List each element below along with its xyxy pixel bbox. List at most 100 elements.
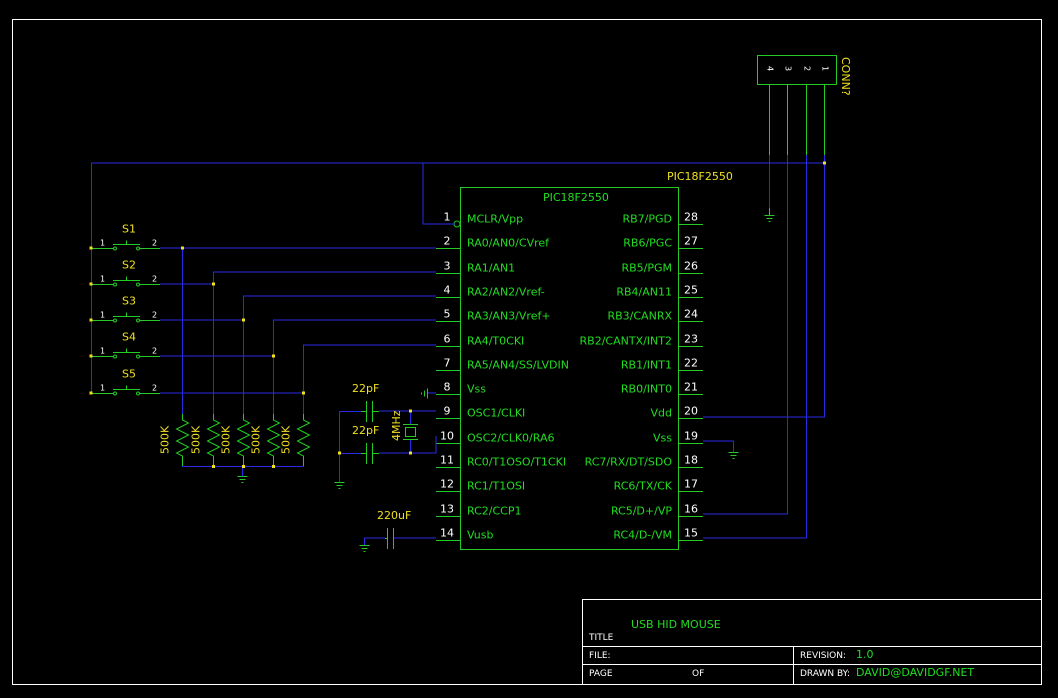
pin-number: 5 xyxy=(444,308,451,321)
pin-number: 21 xyxy=(684,381,698,394)
chip-pin-4: 4 RA2/AN2/Vref- xyxy=(436,284,545,299)
switch-pin-2: 2 xyxy=(152,239,157,248)
junction-dot xyxy=(89,354,93,358)
pin-number: 24 xyxy=(684,308,698,321)
vusb-cap: 220uF xyxy=(377,509,411,549)
switch-s3: S3 1 2 xyxy=(91,295,160,323)
chip-pin-8: 8 Vss xyxy=(436,381,486,396)
chip-pin-17: 17 RC6/TX/CK xyxy=(614,478,703,493)
revision-value: 1.0 xyxy=(856,648,874,661)
connector-ref: CONN? xyxy=(839,57,852,96)
pin-name: RA4/T0CKI xyxy=(467,335,524,348)
ground-vss-8 xyxy=(421,388,428,399)
switch-group: S1 1 2 S2 1 2 S3 1 2 S4 1 2 S5 1 2 xyxy=(91,223,160,396)
resistor-3: 500K xyxy=(220,414,251,466)
vss-pin19-wire xyxy=(703,440,734,452)
pin-name: RC7/RX/DT/SDO xyxy=(585,456,673,469)
pin-name: RB1/INT1 xyxy=(621,359,672,372)
resistor-value: 500K xyxy=(190,425,203,454)
pin-name: Vusb xyxy=(467,529,493,542)
chip-pin-15: 15 RC4/D-/VM xyxy=(613,527,703,542)
junction-dots xyxy=(89,161,826,468)
pin-number: 7 xyxy=(444,357,451,370)
pin-number: 28 xyxy=(684,211,698,224)
pin-number: 19 xyxy=(684,430,698,443)
pin-name: Vss xyxy=(467,383,486,396)
pin-name: RC4/D-/VM xyxy=(613,529,672,542)
pin-name: RC5/D+/VP xyxy=(611,505,672,518)
junction-dot xyxy=(212,282,215,286)
dminus-wire xyxy=(703,155,807,539)
pin-number: 25 xyxy=(684,284,698,297)
switch-pin-1: 1 xyxy=(100,384,105,393)
pin-number: 11 xyxy=(440,454,454,467)
junction-dot xyxy=(272,465,275,468)
ground-vss-19 xyxy=(728,452,739,459)
chip-pin-7: 7 RA5/AN4/SS/LVDIN xyxy=(436,357,569,372)
pin-number: 3 xyxy=(444,260,451,273)
junction-dot xyxy=(409,451,412,455)
chip-pin-3: 3 RA1/AN1 xyxy=(436,260,515,275)
title-label: TITLE xyxy=(588,633,614,643)
pin-name: RC6/TX/CK xyxy=(614,480,673,493)
pin-name: RA1/AN1 xyxy=(467,262,515,275)
switch-pin-2: 2 xyxy=(152,384,157,393)
chip-pin-12: 12 RC1/T1OSI xyxy=(436,478,525,493)
junction-dot xyxy=(409,409,412,413)
junction-dot xyxy=(89,391,93,395)
pin-number: 22 xyxy=(684,357,698,370)
pin-name: OSC2/CLK0/RA6 xyxy=(467,432,554,445)
ra1-wire xyxy=(160,271,436,285)
chip-pin-2: 2 RA0/AN0/CVref xyxy=(436,235,550,250)
junction-dot xyxy=(89,282,93,286)
pin-number: 2 xyxy=(803,66,812,71)
file-label: FILE: xyxy=(589,651,611,661)
switch-ref: S1 xyxy=(122,223,136,236)
pin-number: 1 xyxy=(821,66,830,71)
pin-number: 27 xyxy=(684,235,698,248)
switch-pin-2: 2 xyxy=(152,311,157,320)
junction-dot xyxy=(302,391,305,395)
resistor-value: 500K xyxy=(250,425,263,454)
pin-name: RB5/PGM xyxy=(621,262,672,275)
revision-label: REVISION: xyxy=(800,651,846,661)
resistor-5: 500K xyxy=(280,414,311,466)
pin-name: RA3/AN3/Vref+ xyxy=(467,310,551,323)
chip-pin-23: 23 RB2/CANTX/INT2 xyxy=(580,333,703,348)
ra2-wire xyxy=(160,295,436,321)
junction-dot xyxy=(212,465,215,468)
resistor-value: 500K xyxy=(159,425,172,454)
osc-cap-2: 22pF xyxy=(352,424,379,464)
pin-number: 8 xyxy=(444,381,451,394)
pin-number: 4 xyxy=(766,66,775,71)
osc-cap-1-label: 22pF xyxy=(352,382,379,395)
chip-pin-1: 1 MCLR/Vpp xyxy=(444,211,524,226)
of-label: OF xyxy=(692,669,704,679)
junction-dot xyxy=(338,451,341,455)
connector-pin-1: 1 xyxy=(821,66,830,155)
switch-ref: S5 xyxy=(122,368,136,381)
chip-pin-20: 20 Vdd xyxy=(651,405,703,420)
switch-ref: S2 xyxy=(122,259,136,272)
switch-pin-1: 1 xyxy=(100,239,105,248)
junction-dot xyxy=(89,318,93,322)
pin-name: RC1/T1OSI xyxy=(467,480,525,493)
pin-number: 18 xyxy=(684,454,698,467)
dplus-wire xyxy=(703,155,788,515)
ground-vusb-cap xyxy=(359,545,370,552)
pin-name: RB4/AN11 xyxy=(616,286,672,299)
pin-number: 17 xyxy=(684,478,698,491)
pin-name: RC0/T1OSO/T1CKI xyxy=(467,456,566,469)
resistor-value: 500K xyxy=(220,425,233,454)
connector-pin-3: 3 xyxy=(784,66,793,155)
switch-s4: S4 1 2 xyxy=(91,331,160,359)
chip-pin-9: 9 OSC1/CLKI xyxy=(436,405,525,420)
switch-pin-1: 1 xyxy=(100,311,105,320)
pin-number: 2 xyxy=(444,235,451,248)
pin-number: 20 xyxy=(684,405,698,418)
ra3-wire xyxy=(160,319,436,357)
switch-pin-1: 1 xyxy=(100,347,105,356)
junction-dot xyxy=(823,161,826,165)
chip-pin-16: 16 RC5/D+/VP xyxy=(611,503,703,518)
ground-connector xyxy=(764,215,775,222)
